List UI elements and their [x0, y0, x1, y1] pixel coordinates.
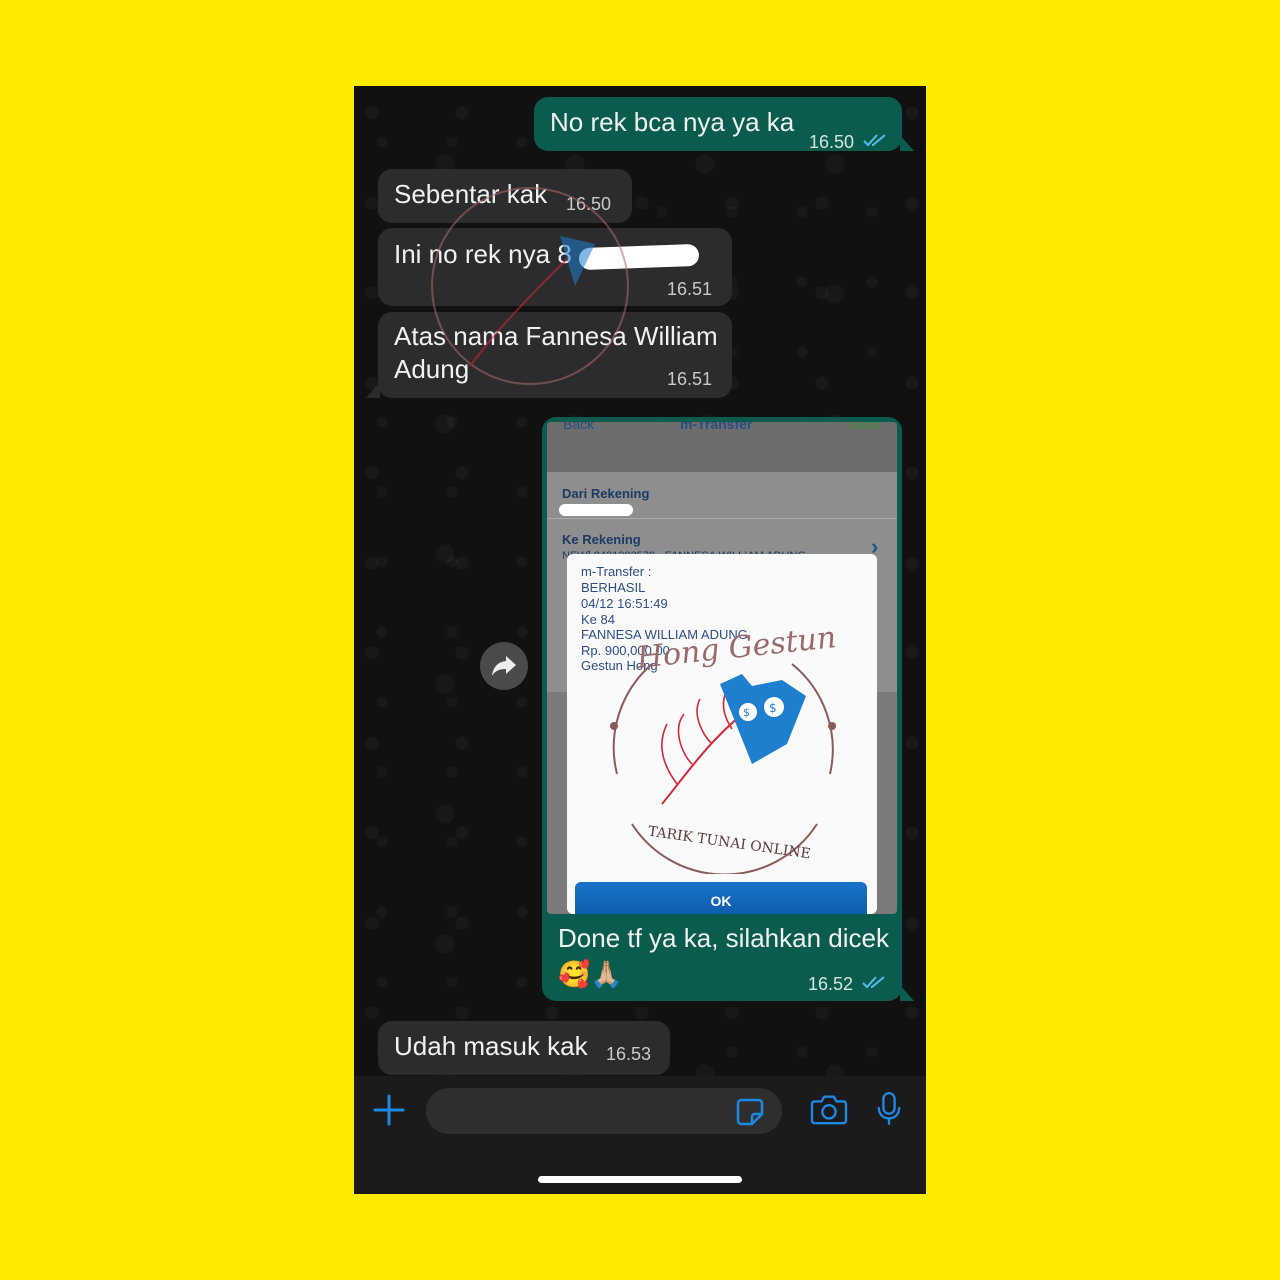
dialog-line-2: BERHASIL — [581, 580, 646, 595]
sticker-icon[interactable] — [734, 1096, 766, 1128]
watermark-top-text: Hong Gestun — [634, 620, 838, 676]
message-text: Ini no rek nya 8 — [394, 239, 572, 269]
message-time: 16.51 — [667, 369, 713, 389]
forward-arrow-icon — [492, 656, 516, 676]
redaction-mark — [559, 504, 633, 516]
screen-title: m-Transfer — [680, 422, 753, 432]
to-account-label: Ke Rekening — [562, 532, 641, 547]
dialog-line-3: 04/12 16:51:49 — [581, 596, 668, 611]
message-incoming-4[interactable]: Udah masuk kak 16.53 — [378, 1021, 670, 1075]
message-outgoing-1[interactable]: No rek bca nya ya ka 16.50 — [534, 97, 902, 151]
bubble-tail — [366, 382, 380, 398]
success-dialog: m-Transfer : BERHASIL 04/12 16:51:49 Ke … — [567, 554, 877, 914]
svg-text:$: $ — [769, 701, 777, 715]
message-input[interactable] — [426, 1088, 782, 1134]
message-text: No rek bca nya ya ka — [550, 107, 795, 137]
image-caption: Done tf ya ka, silahkan dicek — [558, 923, 889, 953]
watermark-bottom-text: TARIK TUNAI ONLINE — [647, 824, 812, 863]
message-text-line-2: Adung — [394, 354, 470, 384]
plus-icon[interactable] — [371, 1092, 407, 1128]
bubble-tail — [900, 985, 914, 1001]
redaction-mark — [578, 243, 700, 271]
send-label: Send — [847, 422, 880, 432]
read-ticks-icon — [862, 976, 885, 989]
dialog-line-1: m-Transfer : — [581, 564, 652, 579]
svg-text:$: $ — [743, 706, 750, 719]
message-text-line-1: Atas nama Fannesa William — [394, 321, 718, 351]
read-ticks-icon — [863, 134, 886, 147]
message-incoming-2[interactable]: Ini no rek nya 8 16.51 — [378, 228, 732, 306]
transfer-screenshot[interactable]: Back m-Transfer Send Dari Rekening Ke Re… — [547, 422, 897, 914]
divider — [547, 518, 897, 519]
image-message[interactable]: Back m-Transfer Send Dari Rekening Ke Re… — [542, 417, 902, 1001]
forward-button[interactable] — [480, 642, 528, 690]
phone-screen: No rek bca nya ya ka 16.50 Sebentar kak … — [354, 86, 926, 1194]
app-topbar: Back m-Transfer Send — [547, 422, 897, 472]
bubble-tail — [900, 135, 914, 151]
message-time: 16.51 — [667, 279, 713, 299]
from-account-label: Dari Rekening — [562, 486, 650, 501]
message-time: 16.50 — [809, 132, 855, 152]
back-label: Back — [563, 422, 595, 432]
message-incoming-1[interactable]: Sebentar kak 16.50 — [378, 169, 632, 223]
message-time: 16.52 — [808, 974, 854, 994]
watermark-logo: $ $ Hong Gestun TARIK TUNAI ONLINE — [610, 620, 838, 874]
home-indicator — [538, 1176, 742, 1183]
microphone-icon[interactable] — [875, 1090, 903, 1128]
message-incoming-3[interactable]: Atas nama Fannesa William Adung 16.51 — [378, 312, 732, 398]
message-time: 16.50 — [566, 194, 612, 214]
message-text: Udah masuk kak — [394, 1031, 588, 1061]
message-input-bar — [354, 1076, 926, 1194]
camera-icon[interactable] — [810, 1092, 848, 1126]
message-time: 16.53 — [606, 1044, 652, 1064]
message-text: Sebentar kak — [394, 179, 548, 209]
ok-button[interactable]: OK — [575, 882, 867, 914]
emoji-text: 🥰🙏🏼 — [558, 959, 623, 989]
